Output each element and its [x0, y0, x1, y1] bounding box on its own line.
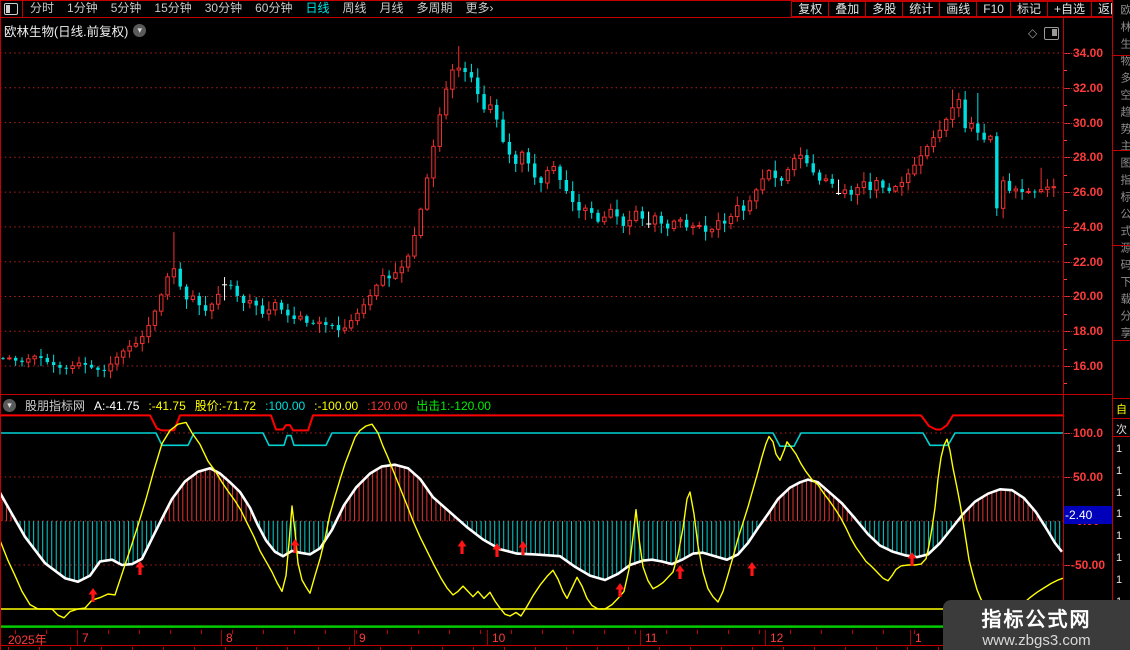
layout-toggle-button[interactable] — [0, 0, 23, 17]
indicator-header-segment-6: :120.00 — [367, 399, 407, 413]
toolbar-button-+自选[interactable]: +自选 — [1047, 1, 1092, 17]
month-label: 10 — [492, 631, 505, 645]
watermark-title: 指标公式网 — [943, 603, 1130, 632]
month-separator — [640, 630, 641, 645]
month-label: 11 — [645, 631, 657, 645]
toolbar-button-标记[interactable]: 标记 — [1010, 1, 1048, 17]
sidebar-list-item[interactable]: 1 — [1116, 487, 1122, 499]
trading-app-window: 分时 1分钟 5分钟 15分钟 30分钟 60分钟日线周线月线多周期更多› 复权叠加多股统… — [0, 0, 1130, 650]
layout-icon — [4, 3, 18, 15]
sidebar-list-item[interactable]: 1 — [1116, 530, 1122, 542]
indicator-header: ▾ 股朋指标网 A:-41.75 :-41.75 股价:-71.72 :100.00 :-… — [3, 397, 491, 414]
buy-arrow-icon — [136, 561, 145, 575]
buy-arrow-icon — [458, 540, 467, 554]
menu-item-月线[interactable]: 月线 — [380, 0, 404, 17]
axis-separator — [1063, 18, 1064, 646]
sidebar-list-item[interactable]: 1 — [1116, 443, 1122, 455]
toolbar-button-F10[interactable]: F10 — [976, 1, 1011, 17]
indicator-header-segment-0: 股朋指标网 — [25, 397, 85, 414]
month-label: 1 — [915, 631, 922, 645]
indicator-chart[interactable] — [0, 413, 1063, 628]
indicator-header-segment-7: 出击1:-120.00 — [416, 397, 491, 414]
menu-item-5分钟[interactable]: 5分钟 — [111, 0, 142, 17]
toolbar-button-复权[interactable]: 复权 — [791, 1, 829, 17]
menu-item-更多›[interactable]: 更多› — [466, 0, 494, 17]
right-sidebar-strip[interactable]: 欧林生物多空趋势主图指标公式源码下载分享 自次11111111 — [1112, 0, 1130, 650]
month-separator — [487, 630, 488, 645]
indicator-top-border — [0, 394, 1112, 395]
indicator-header-segment-2: :-41.75 — [148, 399, 185, 413]
menu-item-周线[interactable]: 周线 — [342, 0, 366, 17]
buy-arrow-icon — [616, 583, 625, 597]
month-label: 9 — [359, 631, 366, 645]
menu-item-1分钟[interactable]: 1分钟 — [67, 0, 98, 17]
toolbar-button-画线[interactable]: 画线 — [939, 1, 977, 17]
sidebar-highlight-item[interactable]: 自 — [1116, 401, 1127, 417]
current-value-badge: -2.40 — [1063, 506, 1112, 524]
menu-item-15分钟[interactable]: 15分钟 — [154, 0, 191, 17]
menu-item-日线[interactable]: 日线 — [305, 0, 329, 17]
month-separator — [765, 630, 766, 645]
buy-arrow-icon — [748, 562, 757, 576]
month-separator — [354, 630, 355, 645]
indicator-header-segment-1: A:-41.75 — [94, 399, 139, 413]
sidebar-list-item[interactable]: 1 — [1116, 574, 1122, 586]
sidebar-list-item[interactable]: 1 — [1116, 552, 1122, 564]
sidebar-list-item[interactable]: 1 — [1116, 508, 1122, 520]
window-left-border — [0, 0, 1, 650]
toolbar-buttons: 复权叠加多股统计画线F10标记+自选返回 — [792, 0, 1129, 17]
toolbar-button-叠加[interactable]: 叠加 — [828, 1, 866, 17]
month-separator — [910, 630, 911, 645]
indicator-header-segment-5: :-100.00 — [314, 399, 358, 413]
menu-item-60分钟[interactable]: 60分钟 — [255, 0, 292, 17]
buy-arrow-icon — [676, 565, 685, 579]
menu-item-30分钟[interactable]: 30分钟 — [205, 0, 242, 17]
toolbar-menu: 分时 1分钟 5分钟 15分钟 30分钟 60分钟日线周线月线多周期更多› — [30, 0, 494, 17]
month-label: 12 — [770, 631, 783, 645]
watermark-url: www.zbgs3.com — [943, 632, 1130, 649]
watermark-box: 指标公式网 www.zbgs3.com — [943, 600, 1130, 650]
top-toolbar: 分时 1分钟 5分钟 15分钟 30分钟 60分钟日线周线月线多周期更多› 复权叠加多股统… — [0, 0, 1130, 17]
indicator-header-segment-3: 股价:-71.72 — [195, 397, 256, 414]
month-label: 7 — [82, 631, 89, 645]
toolbar-button-多股[interactable]: 多股 — [865, 1, 903, 17]
main-candle-chart[interactable] — [0, 18, 1063, 395]
month-separator — [221, 630, 222, 645]
sidebar-list-item[interactable]: 1 — [1116, 465, 1122, 477]
indicator-chevron-down-icon[interactable]: ▾ — [3, 399, 16, 412]
buy-arrow-icon — [89, 588, 98, 602]
menu-item-分时[interactable]: 分时 — [30, 0, 54, 17]
toolbar-button-统计[interactable]: 统计 — [902, 1, 940, 17]
indicator-header-segment-4: :100.00 — [265, 399, 305, 413]
window-top-border — [0, 0, 1130, 1]
clipped-bottom-text: ⎯ ⎯⎯ ⎯ — [4, 646, 124, 650]
menu-item-多周期[interactable]: 多周期 — [417, 0, 453, 17]
